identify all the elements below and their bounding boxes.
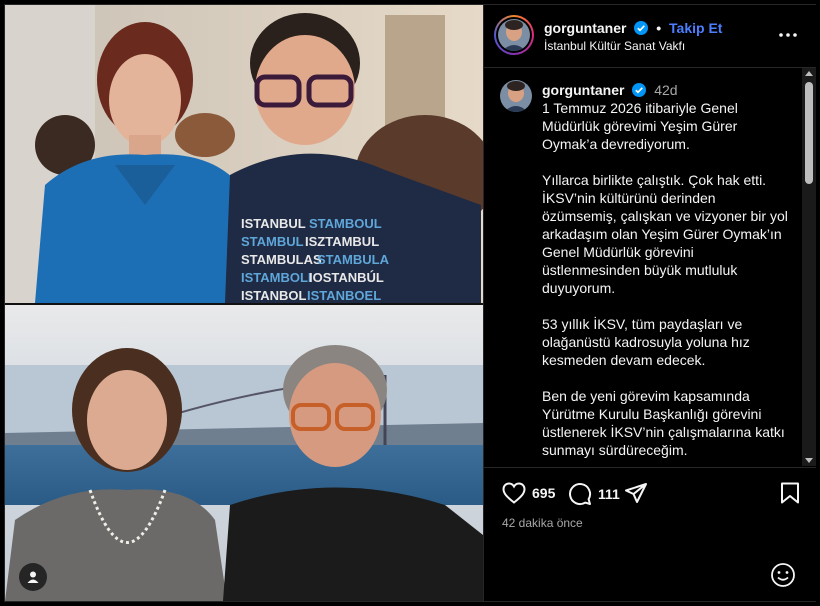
comment-action[interactable]: 111 <box>568 482 620 506</box>
photo-top: ISTANBUL STAMBOUL STAMBUL ISZTAMBUL STAM… <box>5 5 483 303</box>
more-options-icon[interactable] <box>778 25 798 45</box>
svg-text:ISTAMBOLI: ISTAMBOLI <box>241 270 312 285</box>
post-sidebar: gorguntaner • Takip Et İstanbul Kültür S… <box>483 5 816 601</box>
story-avatar[interactable] <box>494 15 534 55</box>
svg-text:ISTANBOEL: ISTANBOEL <box>307 288 381 303</box>
user-tag-icon[interactable] <box>19 563 47 591</box>
follow-button[interactable]: Takip Et <box>669 20 722 36</box>
emoji-icon[interactable] <box>770 562 796 588</box>
scroll-up-arrow-icon[interactable] <box>805 71 813 76</box>
svg-text:ISTANBUL: ISTANBUL <box>241 216 306 231</box>
svg-text:STAMBULA: STAMBULA <box>317 252 390 267</box>
heart-icon[interactable] <box>502 482 526 504</box>
header-username[interactable]: gorguntaner <box>544 20 626 36</box>
svg-text:STAMBUL: STAMBUL <box>241 234 304 249</box>
svg-text:ISTANBOL: ISTANBOL <box>241 288 307 303</box>
caption-avatar[interactable] <box>500 80 532 112</box>
bookmark-icon[interactable] <box>780 482 800 504</box>
post-media[interactable]: ISTANBUL STAMBOUL STAMBUL ISZTAMBUL STAM… <box>5 5 483 601</box>
svg-text:IOSTANBÚL: IOSTANBÚL <box>309 270 384 285</box>
like-count[interactable]: 695 <box>532 485 555 501</box>
svg-text:STAMBOUL: STAMBOUL <box>309 216 382 231</box>
location-link[interactable]: İstanbul Kültür Sanat Vakfı <box>544 39 685 53</box>
separator-dot: • <box>656 20 662 36</box>
verified-badge-icon <box>632 83 647 97</box>
svg-text:ISZTAMBUL: ISZTAMBUL <box>305 234 379 249</box>
share-action[interactable] <box>624 482 648 504</box>
caption-time[interactable]: 42d <box>654 82 677 98</box>
comment-icon[interactable] <box>568 482 592 506</box>
comment-count[interactable]: 111 <box>598 486 620 502</box>
share-icon[interactable] <box>624 482 648 504</box>
scroll-thumb[interactable] <box>805 82 813 184</box>
post-age[interactable]: 42 dakika önce <box>502 516 583 530</box>
post-header: gorguntaner • Takip Et İstanbul Kültür S… <box>484 5 816 68</box>
caption-username[interactable]: gorguntaner <box>542 82 624 98</box>
svg-text:STAMBULAS: STAMBULAS <box>241 252 322 267</box>
caption-scroll-area[interactable]: gorguntaner 42d 1 Temmuz 2026 itibariyle… <box>484 68 816 466</box>
caption-header: gorguntaner 42d <box>542 82 678 98</box>
caption-paragraph: 53 yıllık İKSV, tüm paydaşları ve olağan… <box>542 316 750 368</box>
action-bar: 695 111 42 dakika önce <box>484 467 816 602</box>
post-dialog: ISTANBUL STAMBOUL STAMBUL ISZTAMBUL STAM… <box>4 4 816 602</box>
photo-bottom <box>5 305 483 601</box>
save-action[interactable] <box>780 482 800 504</box>
avatar <box>498 19 530 51</box>
caption-paragraph: Ben de yeni görevim kapsamında Yürütme K… <box>542 388 785 458</box>
caption-text: 1 Temmuz 2026 itibariyle Genel Müdürlük … <box>542 99 790 466</box>
caption-paragraph: Yıllarca birlikte çalıştık. Çok hak etti… <box>542 172 788 296</box>
scroll-down-arrow-icon[interactable] <box>805 458 813 463</box>
like-action[interactable]: 695 <box>502 482 555 504</box>
scrollbar[interactable] <box>802 68 816 466</box>
caption-paragraph: 1 Temmuz 2026 itibariyle Genel Müdürlük … <box>542 100 738 152</box>
verified-badge-icon <box>634 21 649 35</box>
header-username-row: gorguntaner • Takip Et <box>544 20 722 36</box>
